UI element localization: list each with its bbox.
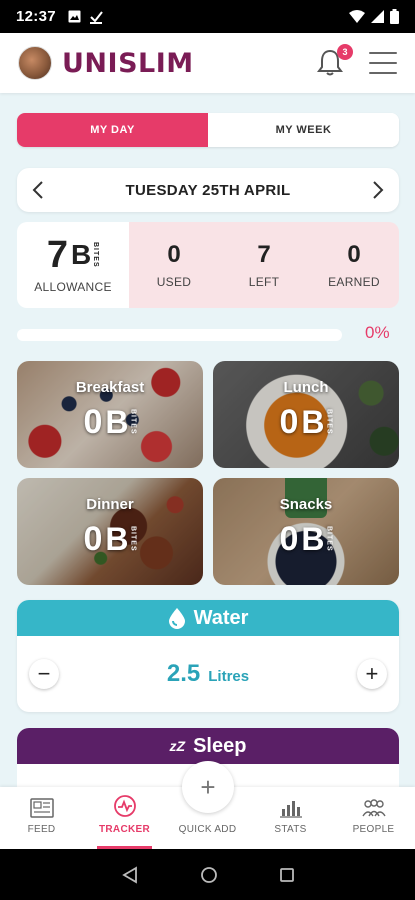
notification-badge: 3 [337,44,353,60]
feed-icon [29,798,54,818]
status-notification-icons [68,10,103,24]
meal-bites-value: 0 [279,520,299,558]
hamburger-menu-icon[interactable] [369,52,397,74]
meal-title: Breakfast [75,379,145,396]
chevron-right-icon[interactable] [371,181,385,199]
unislim-logo: UNISLIM [62,47,194,79]
meal-title: Dinner [86,496,134,513]
nav-stats[interactable]: STATS [249,787,332,849]
used-value: 0 [167,241,181,268]
progress-percent: 0% [365,323,390,342]
meal-bites: 0 B BITES [83,520,137,558]
left-value: 7 [257,241,271,268]
tab-my-week[interactable]: MY WEEK [208,113,399,147]
water-amount: 2.5 Litres [167,660,249,688]
bites-logo-icon: B [105,521,129,557]
allowance-value: 7 [46,234,68,276]
bites-logo-icon: B [301,521,325,557]
used-label: USED [156,275,192,289]
chevron-left-icon[interactable] [31,181,45,199]
water-drop-icon [168,608,185,629]
meal-bites: 0 B BITES [279,403,333,441]
day-week-toggle: MY DAY MY WEEK [17,113,399,147]
earned-value: 0 [347,241,361,268]
recents-icon[interactable] [279,867,295,883]
water-value: 2.5 [166,660,201,687]
system-navigation-bar [0,849,415,900]
battery-icon [390,9,399,24]
meal-bites: 0 B BITES [279,520,333,558]
stats-icon [279,801,302,818]
meal-bites-value: 0 [83,403,103,441]
back-icon[interactable] [121,865,139,884]
water-decrease-button[interactable]: − [29,659,59,689]
wifi-icon [349,10,365,23]
notifications-button[interactable]: 3 [317,44,353,78]
sleep-title: Sleep [193,734,247,757]
bites-logo-icon: B [105,404,129,440]
nav-feed[interactable]: FEED [0,787,83,849]
home-icon[interactable] [200,866,218,884]
meal-card-lunch[interactable]: Lunch 0 B BITES [213,361,399,468]
sleep-zz-icon: zZ [169,738,186,754]
water-increase-button[interactable]: + [356,659,387,689]
earned-label: EARNED [328,275,380,289]
left-stat: 7 LEFT [219,222,309,308]
meal-bites: 0 B BITES [83,403,137,441]
left-label: LEFT [248,275,280,289]
water-unit: Litres [208,668,250,685]
current-date: TUESDAY 25TH APRIL [125,181,291,199]
meal-card-dinner[interactable]: Dinner 0 B BITES [17,478,203,585]
meal-bites-value: 0 [83,520,103,558]
nav-people[interactable]: PEOPLE [332,787,415,849]
meal-card-snacks[interactable]: Snacks 0 B BITES [213,478,399,585]
status-time: 12:37 [16,8,56,25]
earned-stat: 0 EARNED [309,222,399,308]
status-bar: 12:37 [0,0,415,33]
water-title: Water [193,606,249,629]
meal-card-breakfast[interactable]: Breakfast 0 B BITES [17,361,203,468]
water-tracker: Water − 2.5 Litres + [17,600,399,712]
avatar[interactable] [18,46,52,80]
quick-add-button[interactable]: + [182,761,234,813]
date-navigator: TUESDAY 25TH APRIL [17,168,399,212]
status-system-icons [349,9,399,24]
people-icon [361,799,386,817]
download-check-icon [89,10,103,24]
app-header: UNISLIM 3 [0,33,415,93]
tab-my-day[interactable]: MY DAY [17,113,208,147]
allowance-label: ALLOWANCE [34,280,112,294]
tracker-icon [113,795,136,817]
gallery-icon [68,10,81,23]
bites-summary: 7 B BITES ALLOWANCE 0 USED 7 LEFT 0 EARN… [17,222,399,308]
water-header: Water [17,600,399,636]
used-stat: 0 USED [129,222,219,308]
meal-bites-value: 0 [279,403,299,441]
bites-stats: 0 USED 7 LEFT 0 EARNED [129,222,399,308]
meal-title: Snacks [279,496,333,513]
meal-title: Lunch [283,379,329,396]
bites-logo-icon: B [301,404,325,440]
allowance-cell: 7 B BITES ALLOWANCE [17,222,129,308]
bites-logo-icon: B BITES [70,239,100,270]
signal-icon [371,10,384,23]
nav-tracker[interactable]: TRACKER [83,787,166,849]
bites-progress-bar [17,329,342,341]
sleep-header: zZ Sleep [17,728,399,764]
